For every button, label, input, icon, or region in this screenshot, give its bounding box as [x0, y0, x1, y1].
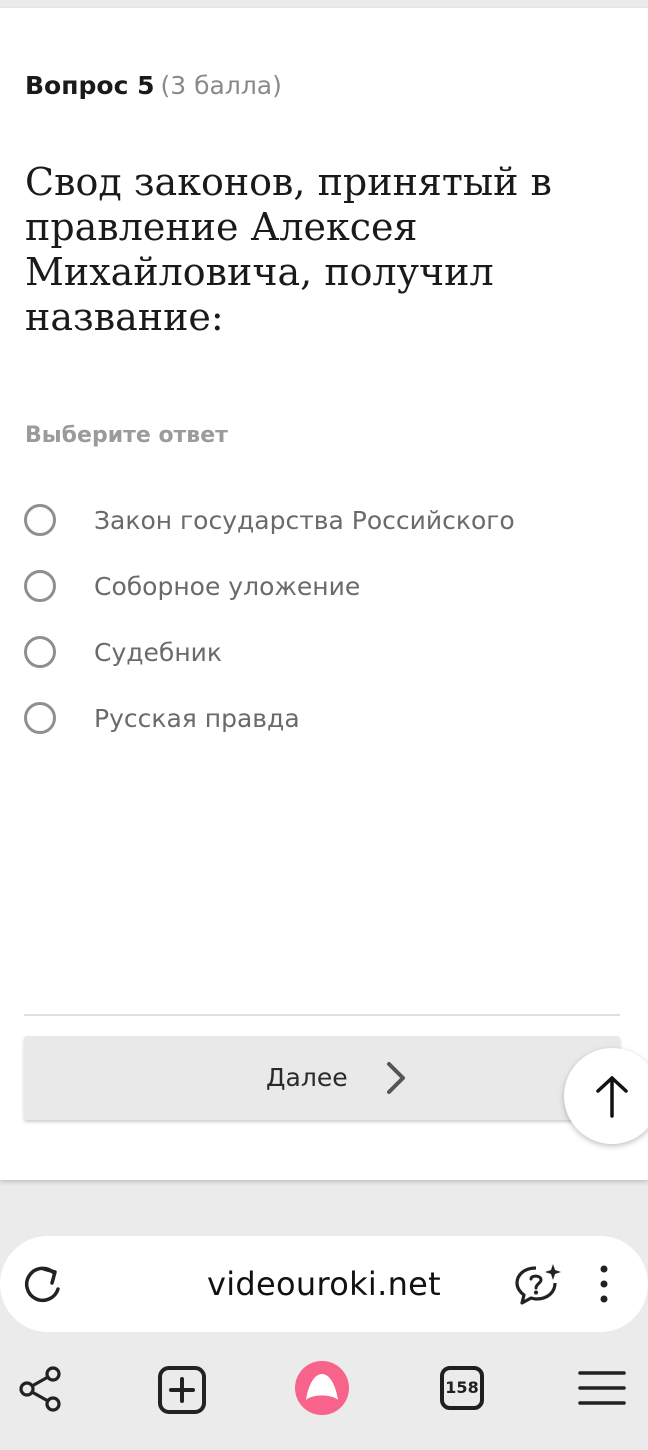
- answer-option-1[interactable]: Закон государства Российского: [24, 499, 614, 543]
- answer-option-label[interactable]: Русская правда: [94, 697, 300, 741]
- share-icon[interactable]: [18, 1366, 64, 1412]
- more-vert-icon[interactable]: [596, 1264, 612, 1304]
- question-header: Вопрос 5 (3 балла): [25, 66, 282, 106]
- question-number: Вопрос 5: [25, 71, 155, 100]
- answer-option-4[interactable]: Русская правда: [24, 697, 614, 741]
- new-tab-icon[interactable]: [158, 1366, 206, 1414]
- tabs-icon[interactable]: 158: [440, 1366, 484, 1410]
- arrow-up-icon: [596, 1076, 628, 1118]
- next-button[interactable]: Далее: [24, 1036, 620, 1120]
- chat-question-icon[interactable]: [512, 1262, 562, 1308]
- answer-option-label[interactable]: Соборное уложение: [94, 565, 360, 609]
- question-points: (3 балла): [160, 71, 282, 100]
- divider: [24, 1014, 620, 1016]
- answer-option-2[interactable]: Соборное уложение: [24, 565, 614, 609]
- address-bar[interactable]: videouroki.net: [0, 1236, 648, 1332]
- bottom-navigation: 158: [0, 1340, 648, 1450]
- chevron-right-icon: [387, 1062, 405, 1094]
- alice-icon[interactable]: [292, 1358, 352, 1418]
- question-text: Свод законов, принятый в правление Алекс…: [25, 160, 552, 339]
- radio-button[interactable]: [24, 702, 56, 734]
- radio-button[interactable]: [24, 636, 56, 668]
- radio-button[interactable]: [24, 570, 56, 602]
- answer-option-3[interactable]: Судебник: [24, 631, 614, 675]
- next-button-label[interactable]: Далее: [266, 1036, 348, 1120]
- question-card: Вопрос 5 (3 балла) Свод законов, принятый…: [0, 8, 648, 1180]
- answer-hint: Выберите ответ: [25, 423, 228, 448]
- radio-button[interactable]: [24, 504, 56, 536]
- answer-option-label[interactable]: Закон государства Российского: [94, 499, 515, 543]
- answer-option-label[interactable]: Судебник: [94, 631, 222, 675]
- menu-icon[interactable]: [578, 1370, 626, 1406]
